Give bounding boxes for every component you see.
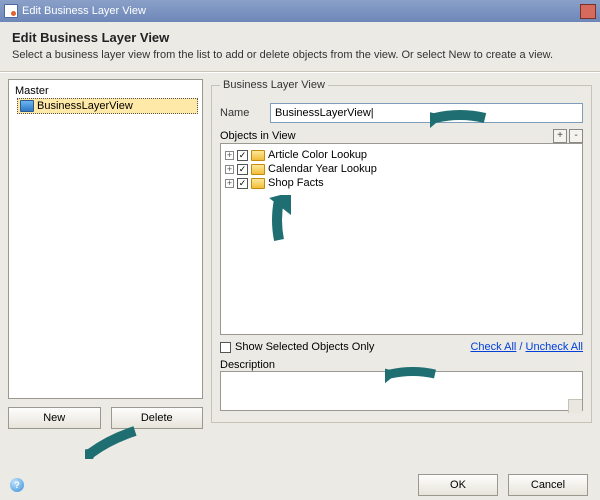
left-panel: Master BusinessLayerView New Delete [8, 79, 203, 429]
folder-icon [251, 164, 265, 175]
close-icon[interactable] [580, 4, 596, 19]
dialog-header: Edit Business Layer View Select a busine… [0, 22, 600, 67]
object-row[interactable]: + ✓ Calendar Year Lookup [225, 162, 578, 176]
folder-icon [251, 178, 265, 189]
new-button[interactable]: New [8, 407, 101, 429]
checkbox[interactable]: ✓ [237, 164, 248, 175]
tree-root-label: Master [15, 85, 49, 97]
annotation-arrow [85, 425, 140, 459]
object-label: Shop Facts [268, 177, 324, 189]
desc-label: Description [220, 359, 583, 371]
ok-button[interactable]: OK [418, 474, 498, 496]
view-tree[interactable]: Master BusinessLayerView [8, 79, 203, 399]
tree-item-selected[interactable]: BusinessLayerView [17, 98, 198, 114]
show-selected-label: Show Selected Objects Only [235, 341, 374, 353]
description-input[interactable] [220, 371, 583, 411]
uncheck-all-link[interactable]: Uncheck All [526, 341, 583, 353]
folder-icon [251, 150, 265, 161]
cancel-button[interactable]: Cancel [508, 474, 588, 496]
help-icon[interactable]: ? [10, 478, 24, 492]
tree-root[interactable]: Master [13, 84, 198, 98]
name-label: Name [220, 107, 260, 119]
expand-icon[interactable]: + [225, 179, 234, 188]
delete-button[interactable]: Delete [111, 407, 204, 429]
business-layer-view-group: Business Layer View Name Objects in View… [211, 79, 592, 423]
checkbox[interactable]: ✓ [237, 150, 248, 161]
collapse-all-icon[interactable]: - [569, 129, 583, 143]
page-subtitle: Select a business layer view from the li… [12, 49, 588, 61]
group-legend: Business Layer View [220, 79, 328, 91]
resize-grip-icon [568, 399, 582, 413]
objects-tree[interactable]: + ✓ Article Color Lookup + ✓ Calendar Ye… [220, 143, 583, 335]
tree-tools: +- [551, 129, 583, 143]
show-selected-checkbox[interactable] [220, 342, 231, 353]
right-panel: Business Layer View Name Objects in View… [211, 79, 592, 429]
object-row[interactable]: + ✓ Article Color Lookup [225, 148, 578, 162]
objects-label: Objects in View [220, 130, 296, 142]
tree-item-label: BusinessLayerView [37, 100, 133, 112]
expand-icon[interactable]: + [225, 165, 234, 174]
expand-all-icon[interactable]: + [553, 129, 567, 143]
check-links: Check All / Uncheck All [470, 341, 583, 353]
object-label: Article Color Lookup [268, 149, 367, 161]
page-title: Edit Business Layer View [12, 30, 588, 45]
name-input[interactable] [270, 103, 583, 123]
check-all-link[interactable]: Check All [470, 341, 516, 353]
layer-view-icon [20, 100, 34, 112]
divider [0, 71, 600, 73]
checkbox[interactable]: ✓ [237, 178, 248, 189]
expand-icon[interactable]: + [225, 151, 234, 160]
title-bar: Edit Business Layer View [0, 0, 600, 22]
app-icon [4, 4, 18, 18]
object-row[interactable]: + ✓ Shop Facts [225, 176, 578, 190]
window-title: Edit Business Layer View [22, 5, 146, 17]
object-label: Calendar Year Lookup [268, 163, 377, 175]
